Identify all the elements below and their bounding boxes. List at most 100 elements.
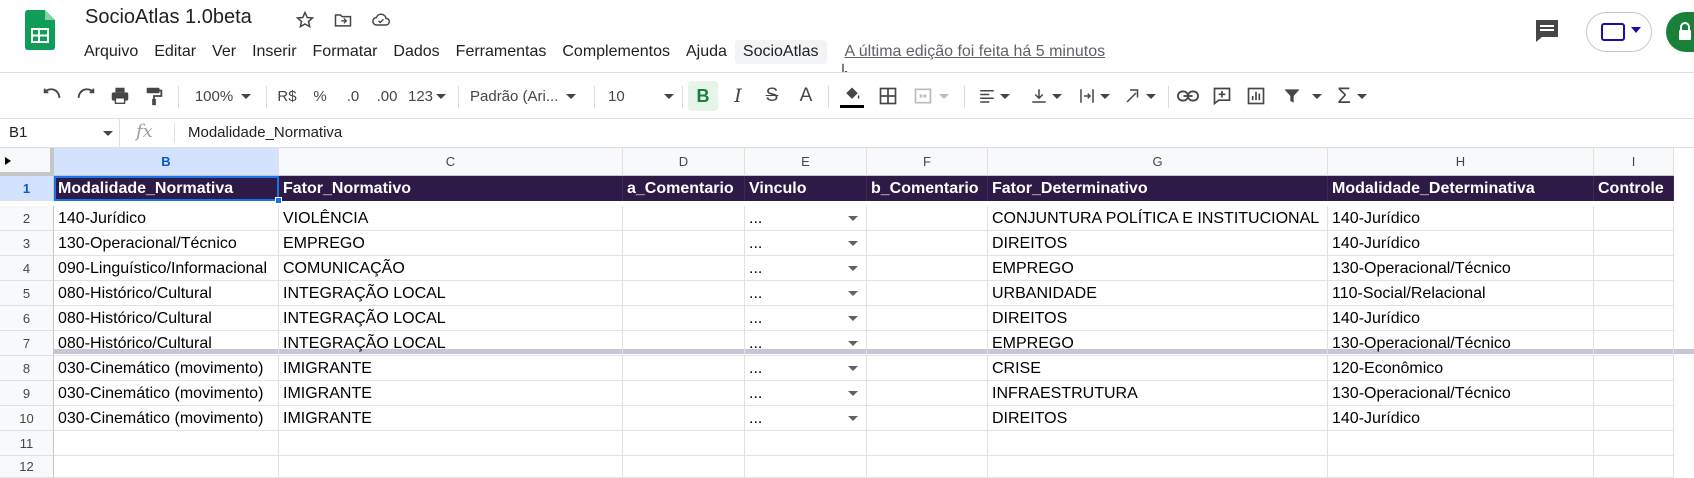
cell-i3[interactable]: [1594, 231, 1674, 256]
cell-h8[interactable]: 120-Econômico: [1328, 356, 1594, 381]
header-cell-h[interactable]: Modalidade_Determinativa: [1328, 176, 1594, 201]
cell-h4[interactable]: 130-Operacional/Técnico: [1328, 256, 1594, 281]
cell-d11[interactable]: [623, 431, 745, 456]
cell-i12[interactable]: [1594, 456, 1674, 478]
cell-d7[interactable]: [623, 331, 745, 356]
bold-button[interactable]: B: [688, 81, 718, 111]
row-header-1[interactable]: 1: [0, 176, 54, 201]
cell-f12[interactable]: [867, 456, 988, 478]
text-wrap-icon[interactable]: [1074, 81, 1114, 111]
cell-c8[interactable]: IMIGRANTE: [279, 356, 623, 381]
cell-g6[interactable]: DIREITOS: [988, 306, 1328, 331]
cell-b2[interactable]: 140-Jurídico: [54, 206, 279, 231]
cell-g10[interactable]: DIREITOS: [988, 406, 1328, 431]
menu-arquivo[interactable]: Arquivo: [76, 40, 146, 64]
cell-i7[interactable]: [1594, 331, 1674, 356]
header-cell-i[interactable]: Controle: [1594, 176, 1674, 201]
insert-link-icon[interactable]: [1174, 81, 1202, 111]
cell-b7[interactable]: 080-Histórico/Cultural: [54, 331, 279, 356]
redo-icon[interactable]: [72, 81, 100, 111]
cell-c12[interactable]: [279, 456, 623, 478]
dropdown-arrow-icon[interactable]: [848, 291, 858, 296]
menu-formatar[interactable]: Formatar: [305, 40, 386, 64]
font-size-select[interactable]: 10: [608, 81, 674, 111]
cell-g12[interactable]: [988, 456, 1328, 478]
dropdown-arrow-icon[interactable]: [848, 241, 858, 246]
cell-h6[interactable]: 140-Jurídico: [1328, 306, 1594, 331]
present-button[interactable]: [1586, 12, 1652, 52]
cell-i5[interactable]: [1594, 281, 1674, 306]
dropdown-arrow-icon[interactable]: [848, 391, 858, 396]
menu-ferramentas[interactable]: Ferramentas: [448, 40, 555, 64]
cell-i4[interactable]: [1594, 256, 1674, 281]
zoom-select[interactable]: 100%: [188, 81, 258, 111]
cell-e10[interactable]: ...: [745, 406, 867, 431]
cell-b4[interactable]: 090-Linguístico/Informacional: [54, 256, 279, 281]
cell-e6[interactable]: ...: [745, 306, 867, 331]
row-header-8[interactable]: 8: [0, 356, 54, 381]
cell-d9[interactable]: [623, 381, 745, 406]
percent-format-button[interactable]: %: [308, 81, 332, 111]
column-header-c[interactable]: C: [279, 148, 623, 176]
cell-g2[interactable]: CONJUNTURA POLÍTICA E INSTITUCIONAL: [988, 206, 1328, 231]
paint-format-icon[interactable]: [140, 81, 168, 111]
cell-b9[interactable]: 030-Cinemático (movimento): [54, 381, 279, 406]
menu-editar[interactable]: Editar: [146, 40, 204, 64]
row-header-11[interactable]: 11: [0, 431, 54, 456]
currency-format-button[interactable]: R$: [274, 81, 300, 111]
cell-d5[interactable]: [623, 281, 745, 306]
cell-g9[interactable]: INFRAESTRUTURA: [988, 381, 1328, 406]
cell-d3[interactable]: [623, 231, 745, 256]
decrease-decimals-button[interactable]: .0: [340, 81, 366, 111]
italic-button[interactable]: I: [724, 81, 752, 111]
cell-g7[interactable]: EMPREGO: [988, 331, 1328, 356]
cell-h3[interactable]: 140-Jurídico: [1328, 231, 1594, 256]
insert-comment-icon[interactable]: [1208, 81, 1236, 111]
cell-c4[interactable]: COMUNICAÇÃO: [279, 256, 623, 281]
cell-c3[interactable]: EMPREGO: [279, 231, 623, 256]
dropdown-arrow-icon[interactable]: [848, 216, 858, 221]
cell-e9[interactable]: ...: [745, 381, 867, 406]
cell-f7[interactable]: [867, 331, 988, 356]
cell-h12[interactable]: [1328, 456, 1594, 478]
header-cell-c[interactable]: Fator_Normativo: [279, 176, 623, 201]
select-all-corner[interactable]: [0, 148, 54, 176]
cell-f5[interactable]: [867, 281, 988, 306]
sheets-logo-icon[interactable]: [25, 10, 55, 50]
cell-c7[interactable]: INTEGRAÇÃO LOCAL: [279, 331, 623, 356]
cell-i9[interactable]: [1594, 381, 1674, 406]
cell-b10[interactable]: 030-Cinemático (movimento): [54, 406, 279, 431]
cell-d12[interactable]: [623, 456, 745, 478]
column-header-h[interactable]: H: [1328, 148, 1594, 176]
header-cell-f[interactable]: b_Comentario: [867, 176, 988, 201]
row-header-4[interactable]: 4: [0, 256, 54, 281]
cell-i8[interactable]: [1594, 356, 1674, 381]
header-cell-b[interactable]: Modalidade_Normativa: [54, 176, 279, 201]
cell-b5[interactable]: 080-Histórico/Cultural: [54, 281, 279, 306]
menu-socioatlas[interactable]: SocioAtlas: [734, 40, 827, 64]
dropdown-arrow-icon[interactable]: [848, 341, 858, 346]
undo-icon[interactable]: [38, 81, 66, 111]
functions-button[interactable]: Σ: [1332, 81, 1372, 111]
formula-input[interactable]: Modalidade_Normativa: [188, 124, 342, 141]
cell-e11[interactable]: [745, 431, 867, 456]
dropdown-arrow-icon[interactable]: [848, 266, 858, 271]
cell-g5[interactable]: URBANIDADE: [988, 281, 1328, 306]
cell-i11[interactable]: [1594, 431, 1674, 456]
cell-e5[interactable]: ...: [745, 281, 867, 306]
cell-c5[interactable]: INTEGRAÇÃO LOCAL: [279, 281, 623, 306]
cell-h5[interactable]: 110-Social/Relacional: [1328, 281, 1594, 306]
cell-e3[interactable]: ...: [745, 231, 867, 256]
column-header-f[interactable]: F: [867, 148, 988, 176]
borders-icon[interactable]: [874, 81, 902, 111]
cell-c9[interactable]: IMIGRANTE: [279, 381, 623, 406]
row-header-7[interactable]: 7: [0, 331, 54, 356]
cell-d4[interactable]: [623, 256, 745, 281]
cell-h11[interactable]: [1328, 431, 1594, 456]
menu-ajuda[interactable]: Ajuda: [678, 40, 735, 64]
selection-fill-handle[interactable]: [275, 197, 282, 204]
text-color-button[interactable]: A: [792, 81, 820, 111]
cell-d10[interactable]: [623, 406, 745, 431]
cell-b3[interactable]: 130-Operacional/Técnico: [54, 231, 279, 256]
cell-g3[interactable]: DIREITOS: [988, 231, 1328, 256]
